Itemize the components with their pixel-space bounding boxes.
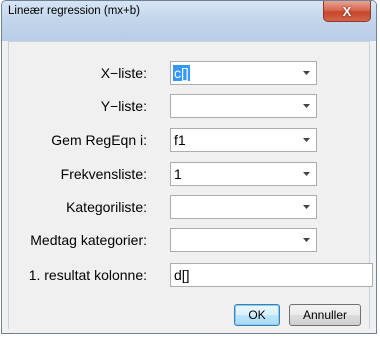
x-list-label: X−liste:: [100, 65, 147, 81]
dialog-body: X−liste: c[] Y−liste: Gem RegEqn i: f1 F…: [8, 41, 373, 329]
chevron-down-icon[interactable]: [296, 129, 316, 151]
dialog-window: Lineær regression (mx+b) X X−liste: c[] …: [1, 0, 377, 334]
chevron-down-icon[interactable]: [296, 229, 316, 251]
result-column-label: 1. resultat kolonne:: [28, 267, 147, 283]
window-title: Lineær regression (mx+b): [8, 5, 140, 17]
title-bar[interactable]: Lineær regression (mx+b) X: [2, 1, 376, 41]
y-list-label: Y−liste:: [100, 98, 147, 114]
chevron-down-icon[interactable]: [296, 196, 316, 218]
include-categories-label: Medtag kategorier:: [30, 232, 147, 248]
close-icon: X: [342, 3, 352, 19]
save-regeqn-label: Gem RegEqn i:: [51, 132, 147, 148]
category-list-combo[interactable]: [170, 195, 317, 219]
chevron-down-icon[interactable]: [296, 163, 316, 185]
x-list-combo[interactable]: c[]: [170, 61, 317, 85]
chevron-down-icon[interactable]: [296, 62, 316, 84]
result-column-value: d[]: [174, 267, 190, 283]
frequency-list-combo[interactable]: 1: [170, 162, 317, 186]
chevron-down-icon[interactable]: [296, 95, 316, 117]
close-button[interactable]: X: [323, 1, 371, 22]
category-list-label: Kategoriliste:: [66, 199, 147, 215]
frequency-list-value: 1: [174, 166, 182, 182]
ok-button[interactable]: OK: [234, 304, 280, 326]
result-column-field[interactable]: d[]: [170, 263, 373, 287]
include-categories-combo[interactable]: [170, 228, 317, 252]
frequency-list-label: Frekvensliste:: [60, 166, 147, 182]
cancel-button[interactable]: Annuller: [289, 304, 361, 326]
save-regeqn-value: f1: [174, 132, 186, 148]
x-list-value: c[]: [173, 65, 190, 81]
y-list-combo[interactable]: [170, 94, 317, 118]
save-regeqn-combo[interactable]: f1: [170, 128, 317, 152]
